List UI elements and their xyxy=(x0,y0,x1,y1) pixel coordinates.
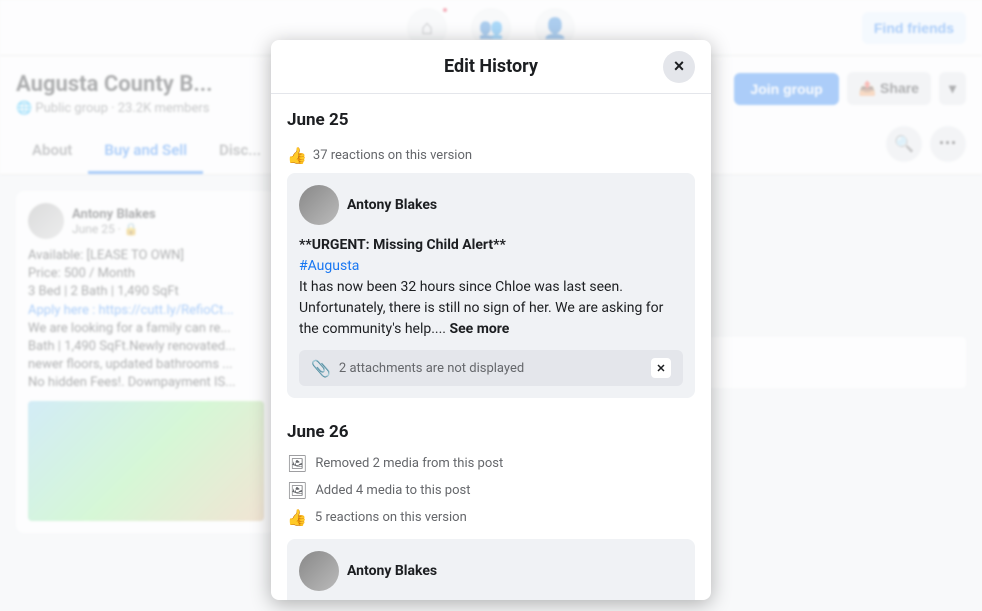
modal-header: Edit History × xyxy=(271,40,711,94)
version-author: Antony Blakes xyxy=(299,185,683,225)
see-more-button[interactable]: See more xyxy=(449,321,509,337)
date-section-june26: June 26 xyxy=(287,406,695,450)
modal-overlay: Edit History × June 25 👍 37 reactions on… xyxy=(0,0,982,611)
version-card-june26: Antony Blakes Available: [LEASE TO OWN] xyxy=(287,539,695,600)
reaction-icon-2: 👍 xyxy=(287,508,307,527)
media-icon-1: 🖼 xyxy=(287,481,307,500)
modal-body[interactable]: June 25 👍 37 reactions on this version A… xyxy=(271,94,711,600)
date-section-june25: June 25 xyxy=(287,94,695,138)
version-name: Antony Blakes xyxy=(347,197,437,213)
version-avatar xyxy=(299,185,339,225)
attachments-bar: 📎 2 attachments are not displayed ✕ xyxy=(299,350,683,386)
reaction-count: 37 reactions on this version xyxy=(313,148,472,163)
attachment-close-icon[interactable]: ✕ xyxy=(651,358,671,378)
version-author-june26: Antony Blakes xyxy=(299,551,683,591)
change-item-1: 🖼 Added 4 media to this post xyxy=(287,477,695,504)
close-button[interactable]: × xyxy=(663,51,695,83)
change-text-2: 5 reactions on this version xyxy=(315,510,467,525)
change-text-1: Added 4 media to this post xyxy=(315,483,470,498)
date-label-june26: June 26 xyxy=(287,422,695,442)
changes-list: 🖼 Removed 2 media from this post 🖼 Added… xyxy=(287,450,695,531)
attachments-label: 2 attachments are not displayed xyxy=(339,361,524,376)
edit-history-modal: Edit History × June 25 👍 37 reactions on… xyxy=(271,40,711,600)
hashtag-link[interactable]: #Augusta xyxy=(299,258,359,274)
thumbs-up-icon: 👍 xyxy=(287,146,307,165)
attachment-icon: 📎 xyxy=(311,359,331,378)
change-item-0: 🖼 Removed 2 media from this post xyxy=(287,450,695,477)
reactions-row-june25: 👍 37 reactions on this version xyxy=(287,138,695,173)
version-card-june25: Antony Blakes **URGENT: Missing Child Al… xyxy=(287,173,695,398)
change-text-0: Removed 2 media from this post xyxy=(315,456,503,471)
date-label-june25: June 25 xyxy=(287,110,695,130)
change-item-2: 👍 5 reactions on this version xyxy=(287,504,695,531)
version-name-june26: Antony Blakes xyxy=(347,563,437,579)
urgent-text: **URGENT: Missing Child Alert** xyxy=(299,237,506,253)
version-avatar-june26 xyxy=(299,551,339,591)
version-text: **URGENT: Missing Child Alert** #Augusta… xyxy=(299,235,683,340)
modal-title: Edit History xyxy=(444,56,538,77)
media-icon-0: 🖼 xyxy=(287,454,307,473)
